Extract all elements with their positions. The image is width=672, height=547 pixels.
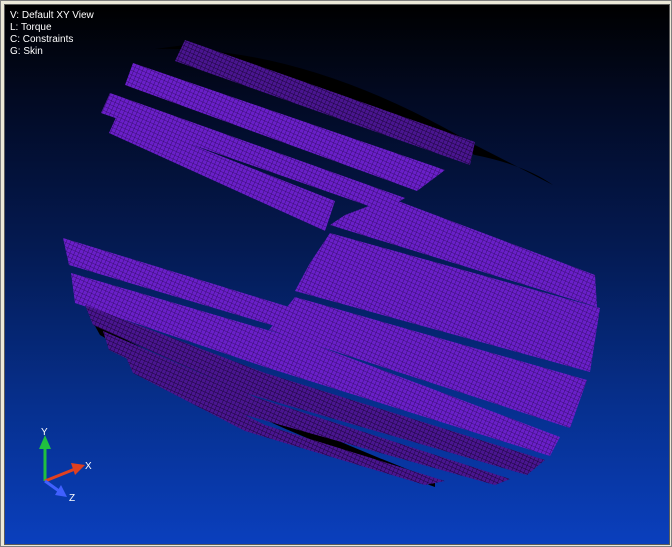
load-set-label: L: Torque [10,22,52,33]
y-axis-label: Y [41,427,48,438]
x-axis-label: X [85,461,92,472]
view-name-label: V: Default XY View [10,10,94,21]
view-info-overlay: V: Default XY View L: Torque C: Constrai… [10,10,94,58]
group-label: G: Skin [10,46,43,57]
axis-triad-icon: Y X Z [39,427,92,504]
z-axis-label: Z [69,493,75,504]
constraint-set-label: C: Constraints [10,34,74,45]
window-frame: V: Default XY View L: Torque C: Constrai… [0,0,672,547]
graphics-viewport[interactable]: V: Default XY View L: Torque C: Constrai… [4,4,670,545]
